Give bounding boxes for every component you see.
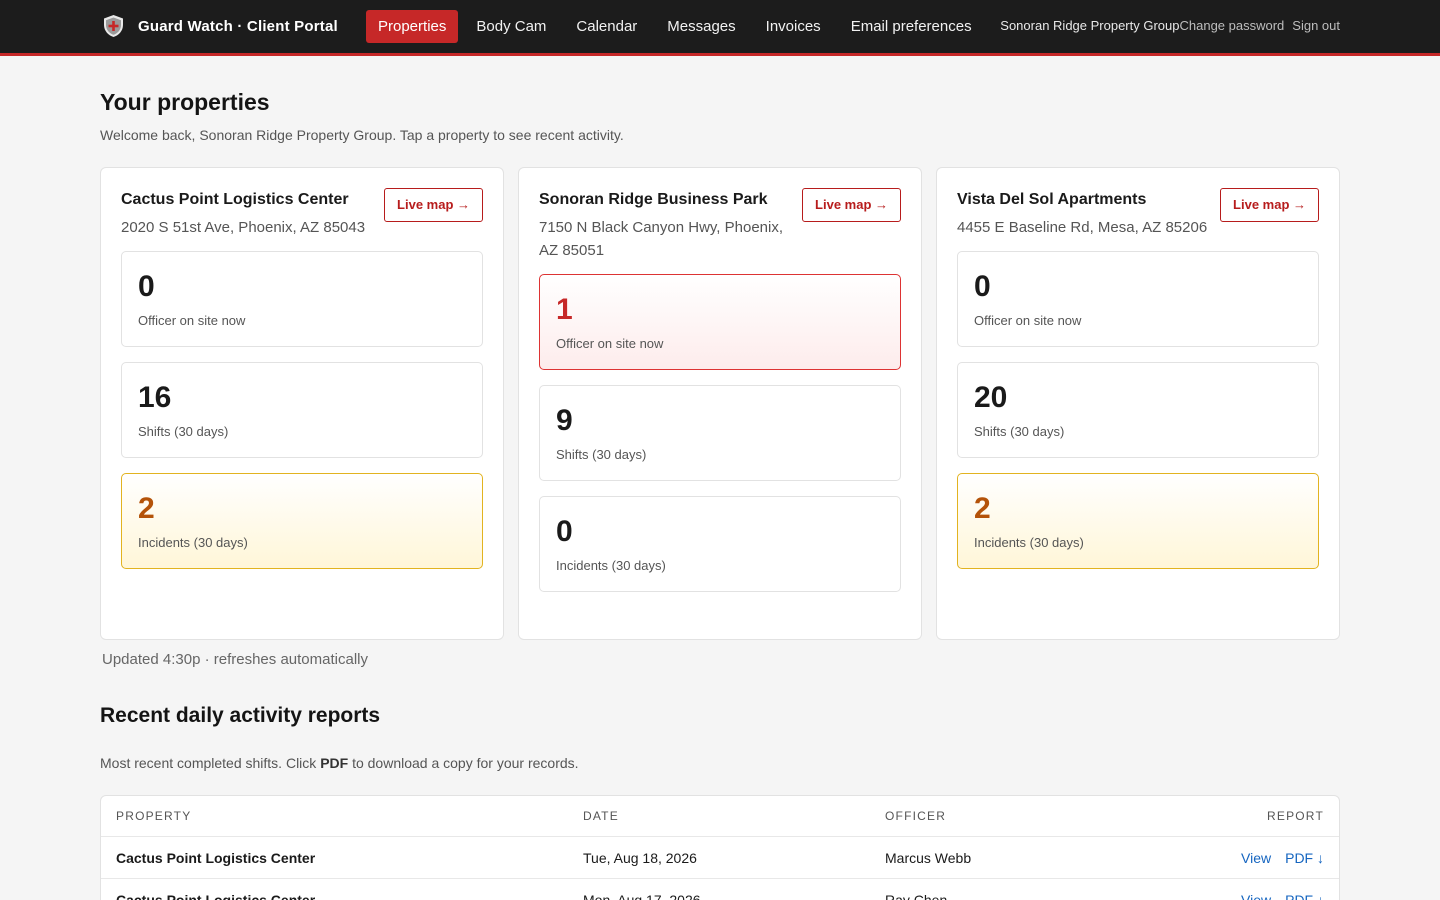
- property-cards: Cactus Point Logistics Center 2020 S 51s…: [100, 167, 1340, 640]
- property-address: 4455 E Baseline Rd, Mesa, AZ 85206: [957, 219, 1208, 236]
- pdf-download-link[interactable]: PDF ↓: [1285, 892, 1324, 900]
- stat-officers-on-site: 0 Officer on site now: [121, 251, 483, 347]
- view-report-link[interactable]: View: [1241, 892, 1271, 900]
- reports-subtitle-text: to download a copy for your records.: [348, 755, 579, 771]
- stat-shifts: 20 Shifts (30 days): [957, 362, 1319, 458]
- stat-label: Officer on site now: [974, 313, 1082, 328]
- change-password-link[interactable]: Change password: [1180, 18, 1285, 33]
- row-date: Mon, Aug 17, 2026: [583, 891, 701, 900]
- pdf-download-link[interactable]: PDF ↓: [1285, 850, 1324, 866]
- stat-shifts: 9 Shifts (30 days): [539, 385, 901, 481]
- stat-label: Shifts (30 days): [974, 424, 1065, 439]
- nav-messages[interactable]: Messages: [655, 10, 747, 43]
- stat-label: Officer on site now: [556, 336, 664, 351]
- row-report-actions: View PDF ↓: [1205, 850, 1324, 866]
- table-row: Cactus Point Logistics Center Mon, Aug 1…: [101, 879, 1339, 900]
- brand[interactable]: Guard Watch · Client Portal: [103, 14, 338, 38]
- stat-officers-on-site: 0 Officer on site now: [957, 251, 1319, 347]
- nav-properties[interactable]: Properties: [366, 10, 459, 43]
- shield-icon: [104, 15, 123, 37]
- row-report-actions: View PDF ↓: [1205, 892, 1324, 900]
- row-property: Cactus Point Logistics Center: [116, 891, 316, 900]
- stat-value: 2: [974, 492, 991, 525]
- account-org-name: Sonoran Ridge Property Group: [1000, 18, 1180, 33]
- live-map-button[interactable]: Live map →: [802, 188, 901, 222]
- stat-value: 2: [138, 492, 155, 525]
- sign-out-link[interactable]: Sign out: [1292, 18, 1340, 33]
- table-row: Cactus Point Logistics Center Tue, Aug 1…: [101, 837, 1339, 879]
- property-name: Vista Del Sol Apartments: [957, 191, 1147, 208]
- stat-officers-on-site: 1 Officer on site now: [539, 274, 901, 370]
- column-header-officer: OFFICER: [885, 809, 947, 823]
- column-header-property: PROPERTY: [116, 809, 192, 823]
- page-subtitle: Welcome back, Sonoran Ridge Property Gro…: [100, 127, 624, 143]
- stat-value: 1: [556, 293, 573, 326]
- reports-subtitle-text: Most recent completed shifts. Click: [100, 755, 321, 771]
- stat-label: Incidents (30 days): [974, 535, 1084, 550]
- live-map-button[interactable]: Live map →: [1220, 188, 1319, 222]
- property-address: 2020 S 51st Ave, Phoenix, AZ 85043: [121, 219, 366, 236]
- nav-body-cam[interactable]: Body Cam: [464, 10, 558, 43]
- top-navbar: Guard Watch · Client Portal Properties B…: [0, 0, 1440, 56]
- stat-incidents: 2 Incidents (30 days): [121, 473, 483, 569]
- column-header-date: DATE: [583, 809, 619, 823]
- row-officer: Ray Chen: [885, 891, 948, 900]
- table-header: PROPERTY DATE OFFICER REPORT: [101, 796, 1339, 837]
- row-date: Tue, Aug 18, 2026: [583, 849, 697, 866]
- nav-calendar[interactable]: Calendar: [564, 10, 649, 43]
- row-officer: Marcus Webb: [885, 849, 972, 866]
- column-header-report: REPORT: [1267, 809, 1324, 823]
- page-title: Your properties: [100, 89, 270, 115]
- reports-table: PROPERTY DATE OFFICER REPORT Cactus Poin…: [100, 795, 1340, 900]
- stat-incidents: 2 Incidents (30 days): [957, 473, 1319, 569]
- property-name: Sonoran Ridge Business Park: [539, 191, 768, 208]
- property-card-cactus-point[interactable]: Cactus Point Logistics Center 2020 S 51s…: [100, 167, 504, 640]
- live-map-button[interactable]: Live map →: [384, 188, 483, 222]
- stat-label: Shifts (30 days): [556, 447, 647, 462]
- stat-value: 9: [556, 404, 573, 437]
- stat-value: 0: [974, 270, 991, 303]
- reports-subtitle: Most recent completed shifts. Click PDF …: [100, 755, 579, 771]
- stat-value: 0: [138, 270, 155, 303]
- app-title: Guard Watch · Client Portal: [138, 17, 338, 35]
- account-menu: Sonoran Ridge Property Group Change pass…: [1000, 18, 1340, 33]
- stat-label: Officer on site now: [138, 313, 246, 328]
- stat-label: Shifts (30 days): [138, 424, 229, 439]
- nav-email-preferences[interactable]: Email preferences: [839, 10, 984, 43]
- stat-value: 0: [556, 515, 573, 548]
- view-report-link[interactable]: View: [1241, 850, 1271, 866]
- stat-shifts: 16 Shifts (30 days): [121, 362, 483, 458]
- stat-label: Incidents (30 days): [556, 558, 666, 573]
- main-nav: Properties Body Cam Calendar Messages In…: [366, 10, 990, 43]
- nav-invoices[interactable]: Invoices: [754, 10, 833, 43]
- updated-timestamp: Updated 4:30p · refreshes automatically: [102, 651, 368, 668]
- stat-value: 16: [138, 381, 172, 414]
- stat-value: 20: [974, 381, 1008, 414]
- reports-title: Recent daily activity reports: [100, 704, 381, 727]
- stat-incidents: 0 Incidents (30 days): [539, 496, 901, 592]
- property-address: 7150 N Black Canyon Hwy, Phoenix, AZ 850…: [539, 219, 784, 259]
- property-card-sonoran-ridge[interactable]: Sonoran Ridge Business Park 7150 N Black…: [518, 167, 922, 640]
- row-property: Cactus Point Logistics Center: [116, 849, 316, 866]
- stat-label: Incidents (30 days): [138, 535, 248, 550]
- property-name: Cactus Point Logistics Center: [121, 191, 349, 208]
- reports-subtitle-pdf: PDF: [320, 755, 349, 771]
- property-card-vista-del-sol[interactable]: Vista Del Sol Apartments 4455 E Baseline…: [936, 167, 1340, 640]
